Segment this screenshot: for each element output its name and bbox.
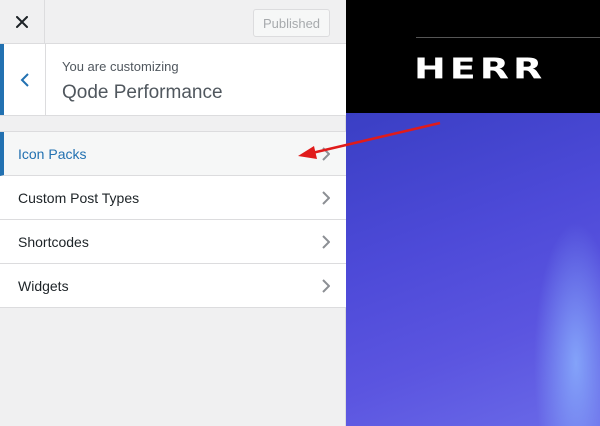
section-item-widgets[interactable]: Widgets [0, 264, 346, 308]
preview-divider [416, 37, 600, 38]
preview-logo: HERR [414, 52, 547, 85]
panel-title: Qode Performance [62, 82, 223, 103]
section-item-shortcodes[interactable]: Shortcodes [0, 220, 346, 264]
section-item-label: Widgets [18, 277, 69, 294]
section-item-label: Icon Packs [18, 145, 87, 162]
section-list: Icon Packs Custom Post Types Shortcodes … [0, 131, 346, 308]
chevron-right-icon [322, 191, 330, 205]
customizer-info: You are customizing Qode Performance [0, 44, 346, 116]
published-button[interactable]: Published [253, 9, 330, 37]
section-item-label: Shortcodes [18, 233, 89, 250]
section-item-label: Custom Post Types [18, 189, 140, 206]
section-item-custom-post-types[interactable]: Custom Post Types [0, 176, 346, 220]
chevron-right-icon [322, 235, 330, 249]
chevron-right-icon [322, 279, 330, 293]
close-icon [16, 15, 28, 28]
site-preview[interactable]: HERR [346, 0, 600, 426]
preview-header: HERR [346, 0, 600, 113]
customizing-subtitle: You are customizing [62, 59, 179, 74]
close-button[interactable] [0, 0, 45, 43]
back-button[interactable] [0, 44, 46, 115]
customizer-header: Published [0, 0, 346, 44]
preview-hero-image [346, 113, 600, 426]
chevron-left-icon [20, 72, 29, 87]
customizer-panel: Published You are customizing Qode Perfo… [0, 0, 346, 426]
chevron-right-icon [322, 147, 330, 161]
section-item-icon-packs[interactable]: Icon Packs [0, 132, 346, 176]
